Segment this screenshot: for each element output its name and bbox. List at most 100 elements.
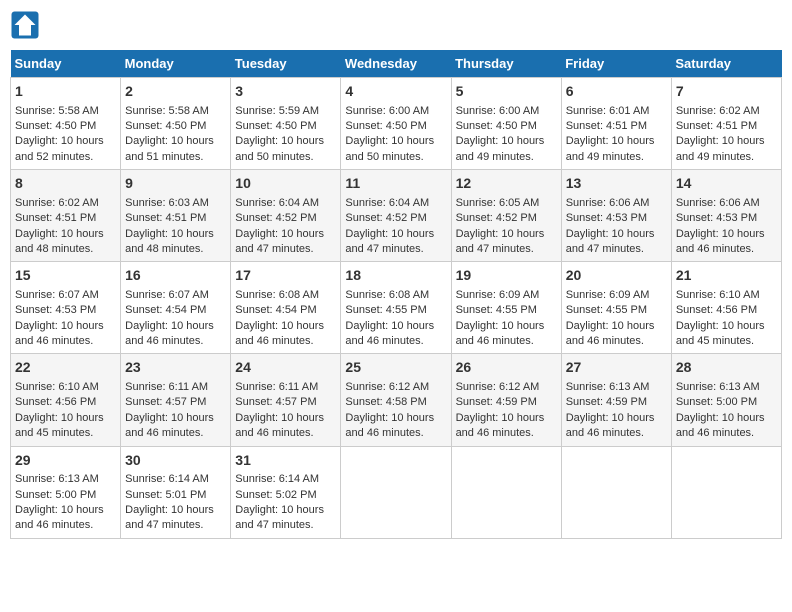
cell-3-3: 17Sunrise: 6:08 AM Sunset: 4:54 PM Dayli… <box>231 262 341 354</box>
week-row-1: 1 Sunrise: 5:58 AM Sunset: 4:50 PM Daylig… <box>11 78 782 170</box>
day-number: 29 <box>15 451 116 471</box>
header-friday: Friday <box>561 50 671 78</box>
week-row-5: 29Sunrise: 6:13 AM Sunset: 5:00 PM Dayli… <box>11 446 782 538</box>
cell-1-4: 4 Sunrise: 6:00 AM Sunset: 4:50 PM Daylig… <box>341 78 451 170</box>
day-number: 15 <box>15 266 116 286</box>
calendar-header-row: SundayMondayTuesdayWednesdayThursdayFrid… <box>11 50 782 78</box>
day-number: 27 <box>566 358 667 378</box>
day-number: 3 <box>235 82 336 102</box>
day-number: 13 <box>566 174 667 194</box>
day-number: 30 <box>125 451 226 471</box>
cell-5-2: 30Sunrise: 6:14 AM Sunset: 5:01 PM Dayli… <box>121 446 231 538</box>
day-number: 6 <box>566 82 667 102</box>
week-row-3: 15 Sunrise: 6:07 AM Sunset: 4:53 PM Dayli… <box>11 262 782 354</box>
day-number: 8 <box>15 174 116 194</box>
cell-2-6: 13 Sunrise: 6:06 AM Sunset: 4:53 PM Dayli… <box>561 170 671 262</box>
cell-4-7: 28 Sunrise: 6:13 AM Sunset: 5:00 PM Dayli… <box>671 354 781 446</box>
day-number: 4 <box>345 82 446 102</box>
day-info: Sunrise: 6:12 AM Sunset: 4:58 PM Dayligh… <box>345 381 434 439</box>
cell-5-6 <box>561 446 671 538</box>
week-row-4: 22Sunrise: 6:10 AM Sunset: 4:56 PM Dayli… <box>11 354 782 446</box>
cell-1-6: 6 Sunrise: 6:01 AM Sunset: 4:51 PM Daylig… <box>561 78 671 170</box>
day-info: Sunrise: 6:14 AM Sunset: 5:02 PM Dayligh… <box>235 473 324 531</box>
header-saturday: Saturday <box>671 50 781 78</box>
cell-4-1: 22Sunrise: 6:10 AM Sunset: 4:56 PM Dayli… <box>11 354 121 446</box>
cell-5-7 <box>671 446 781 538</box>
cell-3-1: 15 Sunrise: 6:07 AM Sunset: 4:53 PM Dayli… <box>11 262 121 354</box>
day-number: 22 <box>15 358 116 378</box>
page-header <box>10 10 782 40</box>
day-number: 14 <box>676 174 777 194</box>
day-number: 31 <box>235 451 336 471</box>
cell-1-2: 2Sunrise: 5:58 AM Sunset: 4:50 PM Daylig… <box>121 78 231 170</box>
day-info: Sunrise: 6:02 AM Sunset: 4:51 PM Dayligh… <box>676 105 765 163</box>
day-number: 23 <box>125 358 226 378</box>
cell-4-3: 24 Sunrise: 6:11 AM Sunset: 4:57 PM Dayli… <box>231 354 341 446</box>
day-info: Sunrise: 6:00 AM Sunset: 4:50 PM Dayligh… <box>456 105 545 163</box>
cell-4-6: 27 Sunrise: 6:13 AM Sunset: 4:59 PM Dayli… <box>561 354 671 446</box>
day-info: Sunrise: 6:11 AM Sunset: 4:57 PM Dayligh… <box>125 381 214 439</box>
day-info: Sunrise: 6:05 AM Sunset: 4:52 PM Dayligh… <box>456 197 545 255</box>
day-info: Sunrise: 6:04 AM Sunset: 4:52 PM Dayligh… <box>235 197 324 255</box>
logo <box>10 10 44 40</box>
cell-1-7: 7Sunrise: 6:02 AM Sunset: 4:51 PM Daylig… <box>671 78 781 170</box>
cell-2-4: 11Sunrise: 6:04 AM Sunset: 4:52 PM Dayli… <box>341 170 451 262</box>
day-number: 19 <box>456 266 557 286</box>
day-info: Sunrise: 6:13 AM Sunset: 5:00 PM Dayligh… <box>676 381 765 439</box>
day-info: Sunrise: 6:12 AM Sunset: 4:59 PM Dayligh… <box>456 381 545 439</box>
cell-1-3: 3 Sunrise: 5:59 AM Sunset: 4:50 PM Daylig… <box>231 78 341 170</box>
day-info: Sunrise: 6:06 AM Sunset: 4:53 PM Dayligh… <box>676 197 765 255</box>
day-info: Sunrise: 6:11 AM Sunset: 4:57 PM Dayligh… <box>235 381 324 439</box>
cell-2-2: 9 Sunrise: 6:03 AM Sunset: 4:51 PM Daylig… <box>121 170 231 262</box>
day-info: Sunrise: 6:00 AM Sunset: 4:50 PM Dayligh… <box>345 105 434 163</box>
day-info: Sunrise: 6:13 AM Sunset: 5:00 PM Dayligh… <box>15 473 104 531</box>
cell-4-5: 26 Sunrise: 6:12 AM Sunset: 4:59 PM Dayli… <box>451 354 561 446</box>
cell-3-6: 20Sunrise: 6:09 AM Sunset: 4:55 PM Dayli… <box>561 262 671 354</box>
day-number: 28 <box>676 358 777 378</box>
day-info: Sunrise: 6:09 AM Sunset: 4:55 PM Dayligh… <box>456 289 545 347</box>
cell-1-5: 5 Sunrise: 6:00 AM Sunset: 4:50 PM Daylig… <box>451 78 561 170</box>
day-number: 12 <box>456 174 557 194</box>
day-info: Sunrise: 6:07 AM Sunset: 4:54 PM Dayligh… <box>125 289 214 347</box>
cell-1-1: 1 Sunrise: 5:58 AM Sunset: 4:50 PM Daylig… <box>11 78 121 170</box>
day-number: 18 <box>345 266 446 286</box>
day-number: 25 <box>345 358 446 378</box>
cell-2-1: 8 Sunrise: 6:02 AM Sunset: 4:51 PM Daylig… <box>11 170 121 262</box>
day-number: 20 <box>566 266 667 286</box>
day-info: Sunrise: 6:06 AM Sunset: 4:53 PM Dayligh… <box>566 197 655 255</box>
day-info: Sunrise: 6:01 AM Sunset: 4:51 PM Dayligh… <box>566 105 655 163</box>
day-number: 5 <box>456 82 557 102</box>
cell-4-4: 25 Sunrise: 6:12 AM Sunset: 4:58 PM Dayli… <box>341 354 451 446</box>
cell-5-5 <box>451 446 561 538</box>
cell-3-5: 19 Sunrise: 6:09 AM Sunset: 4:55 PM Dayli… <box>451 262 561 354</box>
header-wednesday: Wednesday <box>341 50 451 78</box>
cell-2-5: 12 Sunrise: 6:05 AM Sunset: 4:52 PM Dayli… <box>451 170 561 262</box>
day-info: Sunrise: 5:59 AM Sunset: 4:50 PM Dayligh… <box>235 105 324 163</box>
day-info: Sunrise: 6:03 AM Sunset: 4:51 PM Dayligh… <box>125 197 214 255</box>
header-tuesday: Tuesday <box>231 50 341 78</box>
day-number: 21 <box>676 266 777 286</box>
cell-2-3: 10Sunrise: 6:04 AM Sunset: 4:52 PM Dayli… <box>231 170 341 262</box>
cell-2-7: 14 Sunrise: 6:06 AM Sunset: 4:53 PM Dayli… <box>671 170 781 262</box>
day-number: 24 <box>235 358 336 378</box>
header-sunday: Sunday <box>11 50 121 78</box>
day-info: Sunrise: 6:07 AM Sunset: 4:53 PM Dayligh… <box>15 289 104 347</box>
day-number: 1 <box>15 82 116 102</box>
logo-icon <box>10 10 40 40</box>
day-info: Sunrise: 6:13 AM Sunset: 4:59 PM Dayligh… <box>566 381 655 439</box>
cell-5-4 <box>341 446 451 538</box>
header-monday: Monday <box>121 50 231 78</box>
cell-4-2: 23 Sunrise: 6:11 AM Sunset: 4:57 PM Dayli… <box>121 354 231 446</box>
cell-5-3: 31Sunrise: 6:14 AM Sunset: 5:02 PM Dayli… <box>231 446 341 538</box>
day-number: 2 <box>125 82 226 102</box>
day-info: Sunrise: 5:58 AM Sunset: 4:50 PM Dayligh… <box>15 105 104 163</box>
cell-3-2: 16Sunrise: 6:07 AM Sunset: 4:54 PM Dayli… <box>121 262 231 354</box>
day-info: Sunrise: 6:08 AM Sunset: 4:54 PM Dayligh… <box>235 289 324 347</box>
day-number: 9 <box>125 174 226 194</box>
day-number: 11 <box>345 174 446 194</box>
calendar-table: SundayMondayTuesdayWednesdayThursdayFrid… <box>10 50 782 539</box>
day-info: Sunrise: 6:14 AM Sunset: 5:01 PM Dayligh… <box>125 473 214 531</box>
cell-3-7: 21Sunrise: 6:10 AM Sunset: 4:56 PM Dayli… <box>671 262 781 354</box>
day-info: Sunrise: 6:02 AM Sunset: 4:51 PM Dayligh… <box>15 197 104 255</box>
day-number: 26 <box>456 358 557 378</box>
